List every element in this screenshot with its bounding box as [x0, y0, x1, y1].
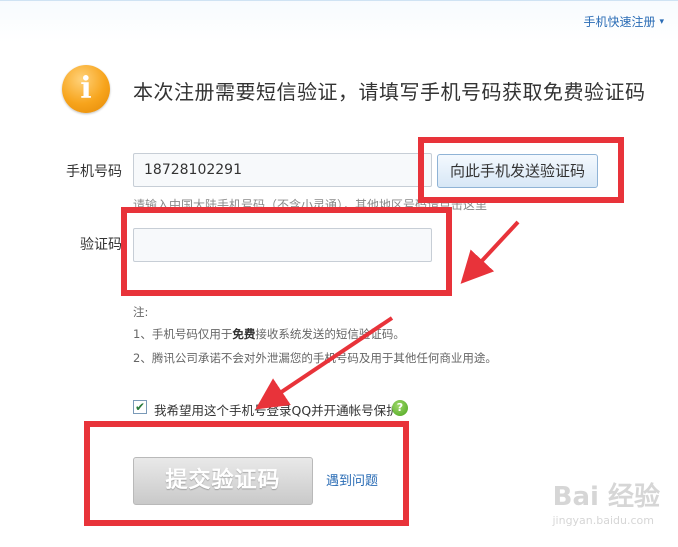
- watermark-logo: Bai 经验: [552, 482, 660, 512]
- arrow-to-code-box: [460, 220, 520, 284]
- arrow-to-submit-box: [255, 316, 394, 410]
- annotation-arrows: [255, 220, 520, 410]
- watermark-url: jingyan.baidu.com: [552, 514, 654, 527]
